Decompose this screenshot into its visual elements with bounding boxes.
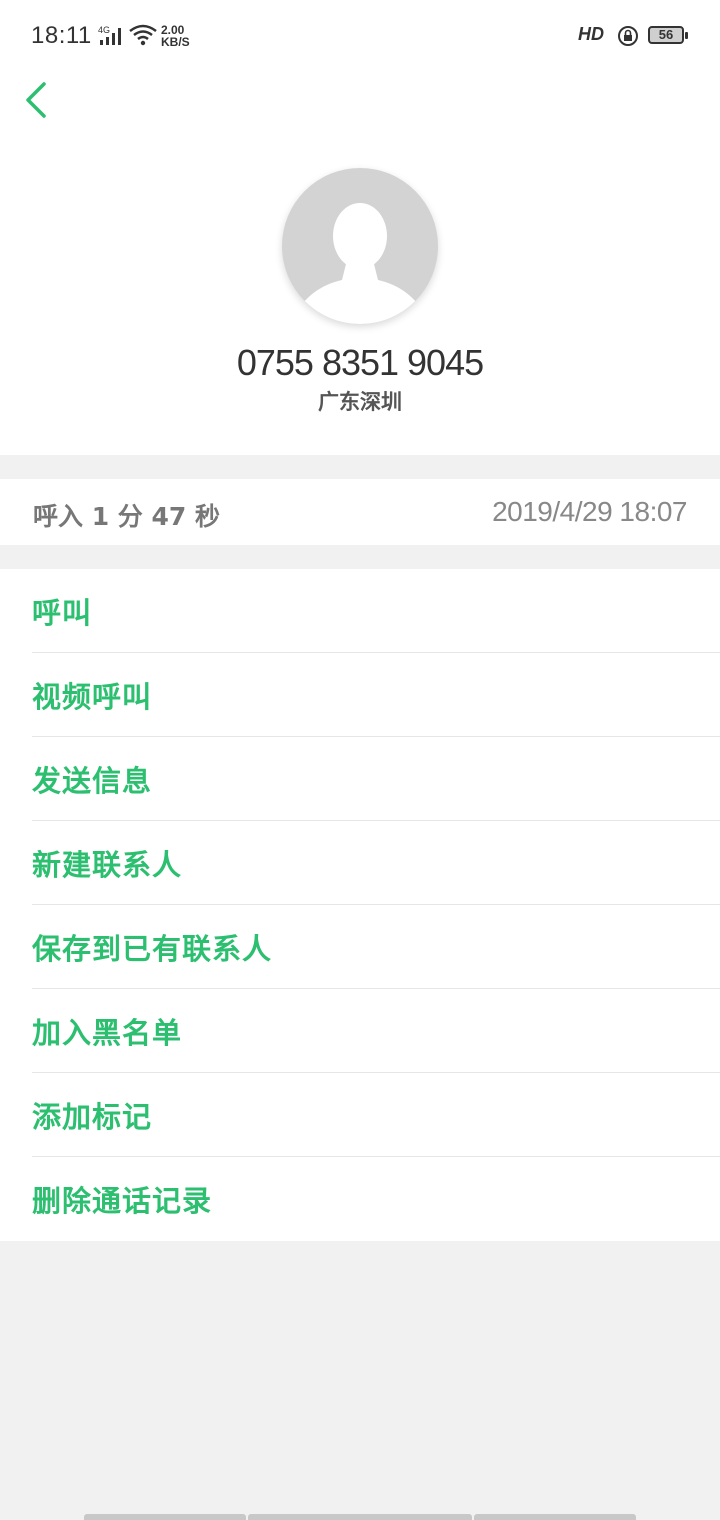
new-contact-button[interactable]: 新建联系人 [32,821,720,905]
back-button[interactable] [14,78,58,122]
action-list: 呼叫 视频呼叫 发送信息 新建联系人 保存到已有联系人 加入黑名单 添加标记 删… [0,569,720,1241]
status-time: 18:11 [31,22,92,49]
save-to-existing-contact-button[interactable]: 保存到已有联系人 [32,905,720,989]
action-label: 保存到已有联系人 [32,931,273,966]
battery-level: 56 [658,27,674,42]
action-label: 添加标记 [32,1099,153,1134]
network-speed: 2.00 KB/S [161,24,190,48]
action-label: 视频呼叫 [32,679,153,714]
send-message-button[interactable]: 发送信息 [32,737,720,821]
nav-gesture-hint-right[interactable] [474,1514,636,1520]
speed-unit: KB/S [161,35,190,49]
wifi-icon [128,24,158,50]
number-location: 广东深圳 [318,390,402,414]
action-label: 删除通话记录 [32,1184,213,1218]
action-label: 呼叫 [32,595,93,630]
call-type-duration: 呼入 1 分 47 秒 [33,502,220,531]
battery-icon: 56 [648,26,688,44]
nav-gesture-hint-left[interactable] [84,1514,246,1520]
call-record-row: 呼入 1 分 47 秒 2019/4/29 18:07 [0,479,720,545]
rotation-lock-icon [617,25,639,51]
status-bar: 18:11 4G 2.00 KB/S HD 56 [0,0,720,72]
action-label: 新建联系人 [32,847,183,882]
call-datetime: 2019/4/29 18:07 [492,496,687,527]
cellular-signal-icon: 4G [98,24,124,50]
phone-number: 0755 8351 9045 [236,342,484,383]
add-tag-button[interactable]: 添加标记 [32,1073,720,1157]
avatar [282,168,438,324]
video-call-button[interactable]: 视频呼叫 [32,653,720,737]
add-to-blacklist-button[interactable]: 加入黑名单 [32,989,720,1073]
person-silhouette-icon [290,203,430,324]
action-label: 加入黑名单 [32,1015,183,1050]
hd-voice-icon: HD [578,24,604,44]
svg-text:4G: 4G [98,25,110,35]
nav-gesture-hint-center[interactable] [248,1514,472,1520]
call-button[interactable]: 呼叫 [32,569,720,653]
chevron-left-icon [26,82,46,118]
contact-header: 0755 8351 9045 广东深圳 [0,72,720,455]
action-label: 发送信息 [32,763,153,798]
delete-call-log-button[interactable]: 删除通话记录 [32,1157,720,1241]
